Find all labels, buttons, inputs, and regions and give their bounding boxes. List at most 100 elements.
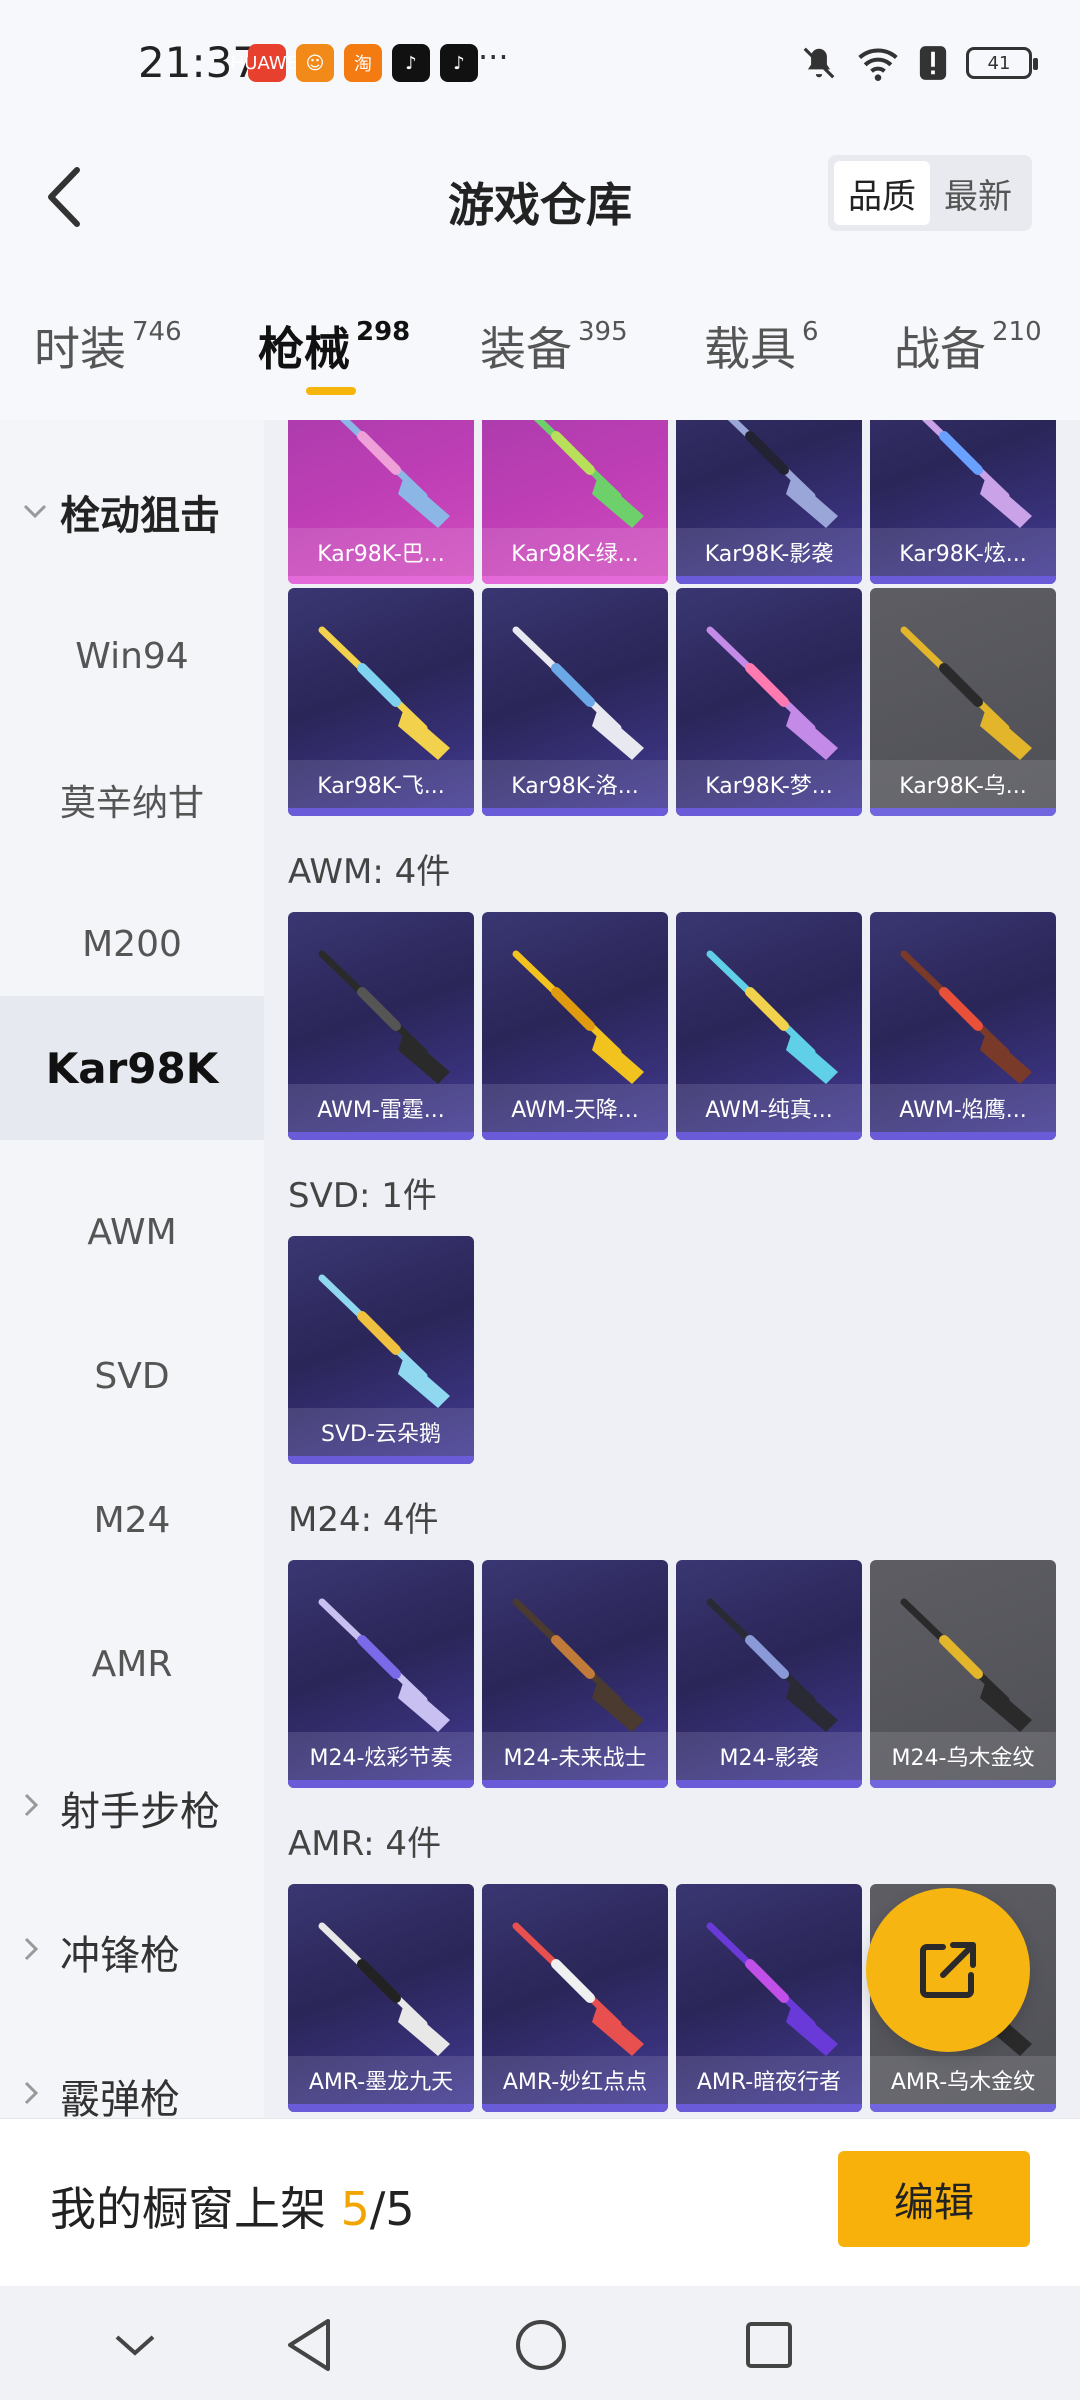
weapon-skin-card[interactable]: Kar98K-洛... bbox=[482, 588, 668, 816]
rarity-bar bbox=[288, 1456, 474, 1464]
weapon-skin-name: SVD-云朵鹅 bbox=[288, 1408, 474, 1456]
sidebar-item-amr[interactable]: AMR bbox=[0, 1592, 264, 1736]
weapon-skin-card[interactable]: AWM-焰鹰... bbox=[870, 912, 1056, 1140]
tab-supplies[interactable]: 战备 210 bbox=[894, 313, 1042, 379]
rifle-icon bbox=[318, 626, 450, 760]
tab-fashion[interactable]: 时装 746 bbox=[34, 313, 182, 379]
weapon-skin-card[interactable]: Kar98K-乌... bbox=[870, 588, 1056, 816]
category-tabs: 时装 746 枪械 298 装备 395 载具 6 战备 210 bbox=[0, 285, 1080, 420]
tab-label: 枪械 bbox=[258, 322, 350, 376]
rifle-icon bbox=[921, 420, 1032, 528]
tab-count: 746 bbox=[132, 317, 182, 347]
weapon-skin-name: AWM-焰鹰... bbox=[870, 1084, 1056, 1132]
sidebar-group-marksman[interactable]: 射手步枪 bbox=[0, 1736, 264, 1880]
rifle-icon bbox=[900, 1598, 1032, 1732]
weapon-skin-card[interactable]: AWM-纯真... bbox=[676, 912, 862, 1140]
weapon-skin-name: Kar98K-影袭 bbox=[676, 528, 862, 576]
showcase-status: 我的橱窗上架 5/5 bbox=[50, 2173, 415, 2239]
sidebar-group-label: 射手步枪 bbox=[60, 1789, 220, 1835]
rarity-bar bbox=[482, 1780, 668, 1788]
weapon-skin-card[interactable]: Kar98K-飞... bbox=[288, 588, 474, 816]
rarity-bar bbox=[676, 1132, 862, 1140]
weapon-skin-card[interactable]: Kar98K-巴... bbox=[288, 420, 474, 584]
weapon-skin-card[interactable]: M24-炫彩节奏 bbox=[288, 1560, 474, 1788]
weapon-skin-card[interactable]: SVD-云朵鹅 bbox=[288, 1236, 474, 1464]
tab-guns[interactable]: 枪械 298 bbox=[258, 313, 410, 379]
nav-home-button[interactable] bbox=[506, 2310, 576, 2380]
rifle-icon bbox=[512, 626, 644, 760]
sidebar-group-label: 冲锋枪 bbox=[60, 1933, 180, 1979]
section-title-svd: SVD: 1件 bbox=[288, 1176, 437, 1216]
rifle-icon bbox=[533, 420, 644, 528]
rifle-icon bbox=[318, 1598, 450, 1732]
sidebar-item-awm[interactable]: AWM bbox=[0, 1160, 264, 1304]
sidebar-item-mosin[interactable]: 莫辛纳甘 bbox=[0, 728, 264, 872]
weapon-skin-name: M24-未来战士 bbox=[482, 1732, 668, 1780]
weapon-skin-card[interactable]: Kar98K-炫... bbox=[870, 420, 1056, 584]
weapon-skin-card[interactable]: AMR-妙红点点 bbox=[482, 1884, 668, 2112]
rarity-bar bbox=[482, 1132, 668, 1140]
weapon-skin-card[interactable]: Kar98K-梦... bbox=[676, 588, 862, 816]
weapon-skin-name: AWM-雷霆... bbox=[288, 1084, 474, 1132]
rifle-icon bbox=[706, 950, 838, 1084]
sidebar-item-kar98k[interactable]: Kar98K bbox=[0, 996, 264, 1140]
rarity-bar bbox=[870, 2104, 1056, 2112]
nav-back-button[interactable] bbox=[274, 2310, 344, 2380]
taobao-app-icon: 淘 bbox=[344, 44, 382, 82]
weapon-skin-name: AMR-暗夜行者 bbox=[676, 2056, 862, 2104]
weapon-skin-card[interactable]: AWM-天降... bbox=[482, 912, 668, 1140]
weapon-skin-name: AMR-乌木金纹 bbox=[870, 2056, 1056, 2104]
chevron-right-icon bbox=[22, 2080, 40, 2113]
sidebar-item-m24[interactable]: M24 bbox=[0, 1448, 264, 1592]
status-bar: 21:37 HUAWEI ☺ 淘 ♪ ♪ ··· 41 bbox=[0, 0, 1080, 105]
sidebar-group-bolt-action[interactable]: 栓动狙击 bbox=[0, 440, 264, 584]
weapon-skin-name: Kar98K-飞... bbox=[288, 760, 474, 808]
chevron-right-icon bbox=[22, 1792, 40, 1825]
weapon-skin-card[interactable]: AWM-雷霆... bbox=[288, 912, 474, 1140]
rarity-bar bbox=[870, 576, 1056, 584]
rifle-icon bbox=[706, 1922, 838, 2056]
sidebar-item-m200[interactable]: M200 bbox=[0, 872, 264, 1016]
chevron-down-icon bbox=[22, 497, 48, 527]
sidebar-group-label: 栓动狙击 bbox=[60, 493, 220, 539]
weapon-skin-name: Kar98K-巴... bbox=[288, 528, 474, 576]
weapon-skin-card[interactable]: M24-影袭 bbox=[676, 1560, 862, 1788]
rifle-icon bbox=[900, 626, 1032, 760]
sort-option-quality[interactable]: 品质 bbox=[834, 161, 930, 225]
tab-count: 395 bbox=[578, 317, 628, 347]
sidebar-group-smg[interactable]: 冲锋枪 bbox=[0, 1880, 264, 2024]
chevron-right-icon bbox=[22, 1936, 40, 1969]
weapon-skin-card[interactable]: Kar98K-影袭 bbox=[676, 420, 862, 584]
showcase-label: 我的橱窗上架 bbox=[50, 2182, 326, 2236]
weapon-skin-name: AMR-墨龙九天 bbox=[288, 2056, 474, 2104]
tiktok-app-icon-2: ♪ bbox=[440, 44, 478, 82]
rifle-icon bbox=[706, 626, 838, 760]
rarity-bar bbox=[870, 808, 1056, 816]
section-title-amr: AMR: 4件 bbox=[288, 1824, 442, 1864]
share-fab-button[interactable] bbox=[866, 1888, 1030, 2052]
rarity-bar bbox=[482, 808, 668, 816]
nav-recents-button[interactable] bbox=[734, 2310, 804, 2380]
weapon-skin-card[interactable]: M24-未来战士 bbox=[482, 1560, 668, 1788]
more-notifications-icon: ··· bbox=[478, 38, 509, 76]
weapon-skin-card[interactable]: AMR-墨龙九天 bbox=[288, 1884, 474, 2112]
rarity-bar bbox=[482, 576, 668, 584]
weapon-skin-card[interactable]: AMR-暗夜行者 bbox=[676, 1884, 862, 2112]
tab-vehicles[interactable]: 载具 6 bbox=[704, 313, 819, 379]
nav-collapse-button[interactable] bbox=[100, 2310, 170, 2380]
showcase-total: /5 bbox=[369, 2182, 415, 2236]
tab-label: 装备 bbox=[480, 322, 572, 376]
weapon-skin-card[interactable]: M24-乌木金纹 bbox=[870, 1560, 1056, 1788]
rarity-bar bbox=[676, 1780, 862, 1788]
sidebar-item-svd[interactable]: SVD bbox=[0, 1304, 264, 1448]
tab-equipment[interactable]: 装备 395 bbox=[480, 313, 628, 379]
wifi-icon bbox=[858, 48, 898, 81]
sort-option-latest[interactable]: 最新 bbox=[930, 161, 1026, 225]
rifle-icon bbox=[900, 950, 1032, 1084]
sidebar-item-win94[interactable]: Win94 bbox=[0, 584, 264, 728]
weapon-skin-card[interactable]: Kar98K-绿... bbox=[482, 420, 668, 584]
rifle-icon bbox=[706, 1598, 838, 1732]
notification-app-icons: HUAWEI ☺ 淘 ♪ ♪ bbox=[231, 44, 478, 82]
page-header: 游戏仓库 品质 最新 bbox=[0, 105, 1080, 285]
edit-button[interactable]: 编辑 bbox=[838, 2151, 1030, 2247]
